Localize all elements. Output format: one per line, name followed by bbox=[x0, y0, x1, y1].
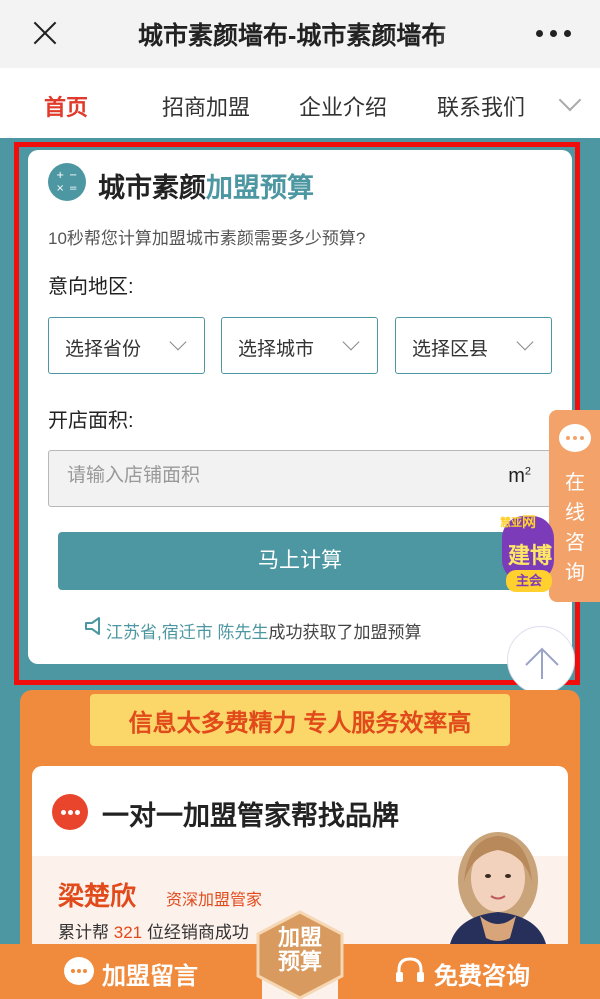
highlight-box bbox=[14, 142, 580, 685]
budget-hex-button[interactable]: 加盟预算 bbox=[254, 910, 346, 999]
advisor-stat-suffix: 位经销商成功 bbox=[146, 923, 249, 942]
chevron-down-icon[interactable] bbox=[558, 88, 582, 112]
expo-badge-middle: 建博 bbox=[508, 543, 553, 568]
advisor-stat-count: 321 bbox=[113, 923, 143, 942]
expo-badge-top2: 网 bbox=[522, 514, 536, 530]
leave-message-label: 加盟留言 bbox=[102, 963, 198, 990]
advisor-role: 资深加盟管家 bbox=[166, 892, 263, 909]
expo-badge[interactable]: 慧亚 网 建博 主会 bbox=[500, 510, 556, 592]
chat-bubble-icon bbox=[52, 794, 88, 830]
title-bar: 城市素颜墙布-城市素颜墙布 bbox=[0, 0, 600, 68]
chat-bubble-icon bbox=[559, 424, 591, 452]
more-options-icon[interactable] bbox=[536, 30, 572, 38]
arrow-up-icon bbox=[525, 647, 559, 679]
advisor-stat-prefix: 累计帮 bbox=[58, 923, 109, 942]
promo-banner: 信息太多费精力 专人服务效率高 bbox=[90, 694, 510, 746]
online-consult-label: 在线咨询 bbox=[565, 472, 585, 584]
promo-banner-text: 信息太多费精力 专人服务效率高 bbox=[128, 710, 472, 737]
tab-home[interactable]: 首页 bbox=[44, 90, 88, 122]
advisor-avatar bbox=[428, 820, 568, 944]
scroll-to-top-button[interactable] bbox=[507, 626, 575, 694]
advisor-stat: 累计帮 321 位经销商成功 bbox=[58, 918, 249, 943]
tab-contact[interactable]: 联系我们 bbox=[437, 90, 525, 122]
tab-franchise[interactable]: 招商加盟 bbox=[162, 90, 250, 122]
free-consult-button[interactable]: 免费咨询 bbox=[338, 944, 600, 999]
free-consult-label: 免费咨询 bbox=[434, 963, 530, 990]
advisor-heading: 一对一加盟管家帮找品牌 bbox=[102, 801, 399, 831]
top-nav: 首页 招商加盟 企业介绍 联系我们 bbox=[0, 68, 600, 138]
expo-badge-bottom: 主会 bbox=[506, 570, 552, 592]
page-title: 城市素颜墙布-城市素颜墙布 bbox=[138, 22, 447, 50]
tab-about[interactable]: 企业介绍 bbox=[299, 90, 387, 122]
online-consult-tab[interactable]: 在线咨询 bbox=[549, 410, 600, 602]
chat-bubble-icon bbox=[64, 957, 94, 985]
expo-badge-top: 慧亚 bbox=[500, 517, 522, 529]
close-icon[interactable] bbox=[28, 16, 62, 50]
advisor-name: 梁楚欣 bbox=[58, 881, 137, 911]
headset-icon bbox=[396, 957, 424, 982]
leave-message-button[interactable]: 加盟留言 bbox=[0, 944, 262, 999]
budget-hex-label: 加盟预算 bbox=[278, 925, 323, 974]
